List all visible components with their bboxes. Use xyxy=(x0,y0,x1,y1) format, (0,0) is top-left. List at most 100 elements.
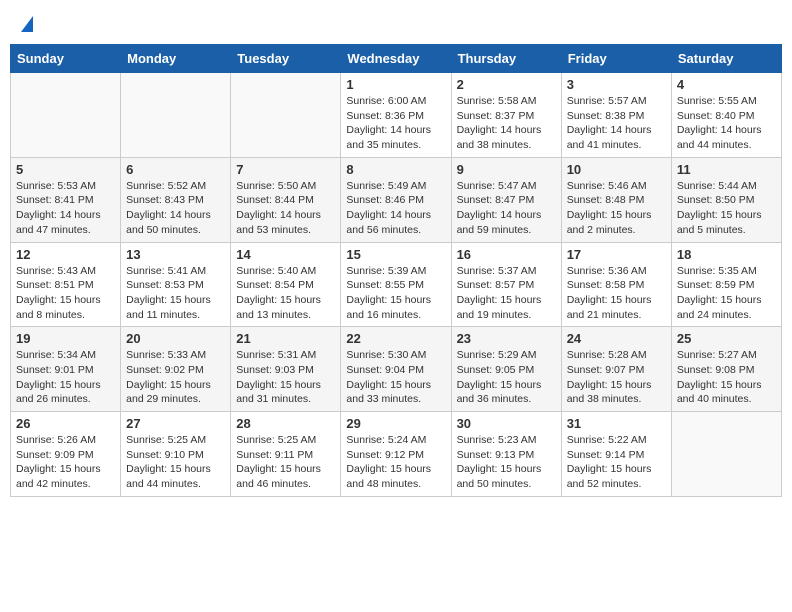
day-info: Sunrise: 5:36 AMSunset: 8:58 PMDaylight:… xyxy=(567,264,666,323)
day-info: Sunrise: 5:25 AMSunset: 9:10 PMDaylight:… xyxy=(126,433,225,492)
day-number: 16 xyxy=(457,247,556,262)
day-number: 17 xyxy=(567,247,666,262)
day-info: Sunrise: 5:27 AMSunset: 9:08 PMDaylight:… xyxy=(677,348,776,407)
day-cell: 8 Sunrise: 5:49 AMSunset: 8:46 PMDaylight… xyxy=(341,157,451,242)
day-number: 1 xyxy=(346,77,445,92)
day-info: Sunrise: 5:50 AMSunset: 8:44 PMDaylight:… xyxy=(236,179,335,238)
day-number: 11 xyxy=(677,162,776,177)
day-cell: 13Sunrise: 5:41 AMSunset: 8:53 PMDayligh… xyxy=(121,242,231,327)
day-info: Sunrise: 5:46 AMSunset: 8:48 PMDaylight:… xyxy=(567,179,666,238)
weekday-header-row: SundayMondayTuesdayWednesdayThursdayFrid… xyxy=(11,45,782,73)
day-info: Sunrise: 5:35 AMSunset: 8:59 PMDaylight:… xyxy=(677,264,776,323)
day-info: Sunrise: 5:30 AMSunset: 9:04 PMDaylight:… xyxy=(346,348,445,407)
week-row-1: 1 Sunrise: 6:00 AMSunset: 8:36 PMDaylight… xyxy=(11,73,782,158)
day-number: 26 xyxy=(16,416,115,431)
day-number: 30 xyxy=(457,416,556,431)
day-cell: 6Sunrise: 5:52 AMSunset: 8:43 PMDaylight… xyxy=(121,157,231,242)
day-number: 31 xyxy=(567,416,666,431)
calendar-table: SundayMondayTuesdayWednesdayThursdayFrid… xyxy=(10,44,782,497)
day-number: 5 xyxy=(16,162,115,177)
page-header xyxy=(10,10,782,38)
day-info: Sunrise: 5:31 AMSunset: 9:03 PMDaylight:… xyxy=(236,348,335,407)
weekday-header-wednesday: Wednesday xyxy=(341,45,451,73)
day-info: Sunrise: 5:49 AMSunset: 8:46 PMDaylight:… xyxy=(346,179,445,238)
day-number: 19 xyxy=(16,331,115,346)
day-info: Sunrise: 5:22 AMSunset: 9:14 PMDaylight:… xyxy=(567,433,666,492)
weekday-header-sunday: Sunday xyxy=(11,45,121,73)
day-cell: 11 Sunrise: 5:44 AMSunset: 8:50 PMDayligh… xyxy=(671,157,781,242)
week-row-4: 19Sunrise: 5:34 AMSunset: 9:01 PMDayligh… xyxy=(11,327,782,412)
day-cell: 16 Sunrise: 5:37 AMSunset: 8:57 PMDayligh… xyxy=(451,242,561,327)
day-cell: 28 Sunrise: 5:25 AMSunset: 9:11 PMDayligh… xyxy=(231,412,341,497)
day-info: Sunrise: 5:44 AMSunset: 8:50 PMDaylight:… xyxy=(677,179,776,238)
day-info: Sunrise: 5:39 AMSunset: 8:55 PMDaylight:… xyxy=(346,264,445,323)
day-number: 8 xyxy=(346,162,445,177)
day-number: 10 xyxy=(567,162,666,177)
day-info: Sunrise: 6:00 AMSunset: 8:36 PMDaylight:… xyxy=(346,94,445,153)
day-info: Sunrise: 5:25 AMSunset: 9:11 PMDaylight:… xyxy=(236,433,335,492)
day-cell: 22 Sunrise: 5:30 AMSunset: 9:04 PMDayligh… xyxy=(341,327,451,412)
day-number: 7 xyxy=(236,162,335,177)
day-number: 3 xyxy=(567,77,666,92)
day-cell: 7 Sunrise: 5:50 AMSunset: 8:44 PMDaylight… xyxy=(231,157,341,242)
day-cell: 4 Sunrise: 5:55 AMSunset: 8:40 PMDaylight… xyxy=(671,73,781,158)
day-cell: 24 Sunrise: 5:28 AMSunset: 9:07 PMDayligh… xyxy=(561,327,671,412)
day-info: Sunrise: 5:26 AMSunset: 9:09 PMDaylight:… xyxy=(16,433,115,492)
day-info: Sunrise: 5:57 AMSunset: 8:38 PMDaylight:… xyxy=(567,94,666,153)
day-number: 24 xyxy=(567,331,666,346)
day-cell xyxy=(121,73,231,158)
day-cell: 30 Sunrise: 5:23 AMSunset: 9:13 PMDayligh… xyxy=(451,412,561,497)
logo xyxy=(20,18,33,34)
day-info: Sunrise: 5:37 AMSunset: 8:57 PMDaylight:… xyxy=(457,264,556,323)
day-info: Sunrise: 5:28 AMSunset: 9:07 PMDaylight:… xyxy=(567,348,666,407)
week-row-2: 5Sunrise: 5:53 AMSunset: 8:41 PMDaylight… xyxy=(11,157,782,242)
day-cell xyxy=(11,73,121,158)
day-cell: 14 Sunrise: 5:40 AMSunset: 8:54 PMDayligh… xyxy=(231,242,341,327)
weekday-header-thursday: Thursday xyxy=(451,45,561,73)
day-number: 29 xyxy=(346,416,445,431)
day-cell: 18 Sunrise: 5:35 AMSunset: 8:59 PMDayligh… xyxy=(671,242,781,327)
day-number: 4 xyxy=(677,77,776,92)
day-cell: 9 Sunrise: 5:47 AMSunset: 8:47 PMDaylight… xyxy=(451,157,561,242)
day-info: Sunrise: 5:40 AMSunset: 8:54 PMDaylight:… xyxy=(236,264,335,323)
day-info: Sunrise: 5:43 AMSunset: 8:51 PMDaylight:… xyxy=(16,264,115,323)
day-number: 18 xyxy=(677,247,776,262)
day-cell: 3 Sunrise: 5:57 AMSunset: 8:38 PMDaylight… xyxy=(561,73,671,158)
day-number: 25 xyxy=(677,331,776,346)
day-cell: 26 Sunrise: 5:26 AMSunset: 9:09 PMDayligh… xyxy=(11,412,121,497)
day-cell: 19Sunrise: 5:34 AMSunset: 9:01 PMDayligh… xyxy=(11,327,121,412)
day-number: 2 xyxy=(457,77,556,92)
day-number: 15 xyxy=(346,247,445,262)
day-info: Sunrise: 5:23 AMSunset: 9:13 PMDaylight:… xyxy=(457,433,556,492)
week-row-3: 12 Sunrise: 5:43 AMSunset: 8:51 PMDayligh… xyxy=(11,242,782,327)
day-cell: 17 Sunrise: 5:36 AMSunset: 8:58 PMDayligh… xyxy=(561,242,671,327)
day-number: 28 xyxy=(236,416,335,431)
weekday-header-tuesday: Tuesday xyxy=(231,45,341,73)
day-number: 14 xyxy=(236,247,335,262)
day-number: 22 xyxy=(346,331,445,346)
weekday-header-friday: Friday xyxy=(561,45,671,73)
day-info: Sunrise: 5:55 AMSunset: 8:40 PMDaylight:… xyxy=(677,94,776,153)
day-cell: 20Sunrise: 5:33 AMSunset: 9:02 PMDayligh… xyxy=(121,327,231,412)
day-cell: 15 Sunrise: 5:39 AMSunset: 8:55 PMDayligh… xyxy=(341,242,451,327)
day-info: Sunrise: 5:47 AMSunset: 8:47 PMDaylight:… xyxy=(457,179,556,238)
day-number: 9 xyxy=(457,162,556,177)
day-cell: 29 Sunrise: 5:24 AMSunset: 9:12 PMDayligh… xyxy=(341,412,451,497)
day-cell: 21 Sunrise: 5:31 AMSunset: 9:03 PMDayligh… xyxy=(231,327,341,412)
day-info: Sunrise: 5:58 AMSunset: 8:37 PMDaylight:… xyxy=(457,94,556,153)
day-number: 23 xyxy=(457,331,556,346)
day-cell xyxy=(231,73,341,158)
day-number: 27 xyxy=(126,416,225,431)
day-number: 6 xyxy=(126,162,225,177)
day-cell: 27 Sunrise: 5:25 AMSunset: 9:10 PMDayligh… xyxy=(121,412,231,497)
day-info: Sunrise: 5:29 AMSunset: 9:05 PMDaylight:… xyxy=(457,348,556,407)
day-number: 20 xyxy=(126,331,225,346)
day-cell: 2 Sunrise: 5:58 AMSunset: 8:37 PMDaylight… xyxy=(451,73,561,158)
day-info: Sunrise: 5:41 AMSunset: 8:53 PMDaylight:… xyxy=(126,264,225,323)
weekday-header-monday: Monday xyxy=(121,45,231,73)
day-cell: 23 Sunrise: 5:29 AMSunset: 9:05 PMDayligh… xyxy=(451,327,561,412)
day-cell: 12 Sunrise: 5:43 AMSunset: 8:51 PMDayligh… xyxy=(11,242,121,327)
day-info: Sunrise: 5:24 AMSunset: 9:12 PMDaylight:… xyxy=(346,433,445,492)
day-number: 12 xyxy=(16,247,115,262)
day-number: 21 xyxy=(236,331,335,346)
